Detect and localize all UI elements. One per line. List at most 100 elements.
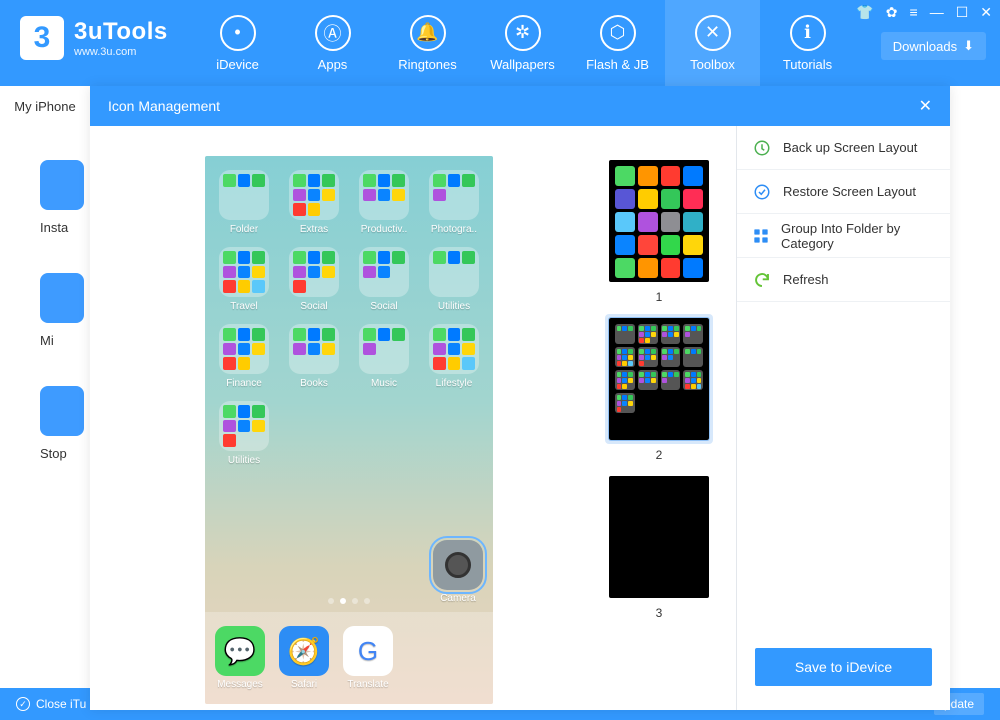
brand-title: 3uTools xyxy=(74,18,168,46)
panel-close-icon[interactable]: ✕ xyxy=(919,96,932,116)
main-nav: • iDeviceⒶ Apps🔔 Ringtones✲ Wallpapers⬡ … xyxy=(190,0,855,86)
tools-icon: ✕ xyxy=(695,15,731,51)
folder-utilities[interactable]: Utilities xyxy=(213,401,275,466)
folder-icon xyxy=(219,247,269,297)
tab-my-iphone[interactable]: My iPhone xyxy=(0,86,90,126)
page-thumb-number: 1 xyxy=(656,290,663,304)
action-label: Group Into Folder by Category xyxy=(781,221,934,251)
bell-icon: 🔔 xyxy=(410,15,446,51)
download-icon: ⬇ xyxy=(963,38,974,54)
sidebar-label: Mi xyxy=(40,333,54,348)
sidebar-tile xyxy=(40,273,84,323)
nav-apps[interactable]: Ⓐ Apps xyxy=(285,0,380,86)
folder-icon xyxy=(429,324,479,374)
action-refresh[interactable]: Refresh xyxy=(737,258,950,302)
folder-folder[interactable]: Folder xyxy=(213,170,275,235)
app-label: Safari xyxy=(291,679,317,690)
apple-icon: • xyxy=(220,15,256,51)
folder-label: Extras xyxy=(300,224,328,235)
nav-label: Ringtones xyxy=(398,57,457,72)
apps-icon: Ⓐ xyxy=(315,15,351,51)
minimize-icon[interactable]: — xyxy=(930,4,944,21)
app-header: 3 3uTools www.3u.com • iDeviceⒶ Apps🔔 Ri… xyxy=(0,0,1000,86)
nav-label: Wallpapers xyxy=(490,57,555,72)
icon-management-panel: Icon Management ✕ Folder Extras Producti… xyxy=(90,86,950,710)
page-thumb-preview xyxy=(609,318,709,440)
nav-tutorials[interactable]: ℹ Tutorials xyxy=(760,0,855,86)
camera-icon xyxy=(433,540,483,590)
close-icon[interactable]: ✕ xyxy=(980,4,992,21)
sidebar-label: Stop xyxy=(40,446,67,461)
folder-utilities[interactable]: Utilities xyxy=(423,247,485,312)
nav-flash-jb[interactable]: ⬡ Flash & JB xyxy=(570,0,665,86)
preview-column: Folder Extras Productiv.. Photogra.. Tra… xyxy=(90,126,588,710)
ios-home-screen[interactable]: Folder Extras Productiv.. Photogra.. Tra… xyxy=(205,156,493,704)
page-indicator xyxy=(205,598,493,604)
flower-icon: ✲ xyxy=(505,15,541,51)
nav-idevice[interactable]: • iDevice xyxy=(190,0,285,86)
sidebar-item[interactable]: Mi xyxy=(40,273,84,348)
folder-social[interactable]: Social xyxy=(283,247,345,312)
dock-app-messages[interactable]: 💬 Messages xyxy=(215,626,265,690)
action-back-up-screen-layout[interactable]: Back up Screen Layout xyxy=(737,126,950,170)
folder-label: Social xyxy=(370,301,397,312)
folder-photogra-[interactable]: Photogra.. xyxy=(423,170,485,235)
close-itunes-link[interactable]: ✓ Close iTu xyxy=(16,697,86,711)
backup-icon xyxy=(753,139,771,157)
restore-icon xyxy=(753,183,771,201)
folder-music[interactable]: Music xyxy=(353,324,415,389)
brand-subtitle: www.3u.com xyxy=(74,46,168,58)
page-thumb-number: 3 xyxy=(656,606,663,620)
sidebar-item[interactable]: Stop xyxy=(40,386,84,461)
save-to-idevice-button[interactable]: Save to iDevice xyxy=(755,648,932,686)
page-thumb-1[interactable] xyxy=(605,156,713,286)
sidebar-tile xyxy=(40,160,84,210)
nav-label: Apps xyxy=(318,57,348,72)
app-camera[interactable]: Camera xyxy=(433,540,483,604)
app-label: Messages xyxy=(217,679,263,690)
folder-icon xyxy=(289,324,339,374)
folder-extras[interactable]: Extras xyxy=(283,170,345,235)
folder-lifestyle[interactable]: Lifestyle xyxy=(423,324,485,389)
action-restore-screen-layout[interactable]: Restore Screen Layout xyxy=(737,170,950,214)
folder-label: Social xyxy=(300,301,327,312)
folder-icon xyxy=(359,324,409,374)
folder-icon xyxy=(219,324,269,374)
folder-label: Books xyxy=(300,378,328,389)
page-thumb-2[interactable] xyxy=(605,314,713,444)
sidebar-item[interactable]: Insta xyxy=(40,160,84,235)
dock-app-safari[interactable]: 🧭 Safari xyxy=(279,626,329,690)
folder-travel[interactable]: Travel xyxy=(213,247,275,312)
page-thumbnails: 1 2 3 xyxy=(588,126,736,710)
settings-icon[interactable]: ✿ xyxy=(886,4,898,21)
downloads-label: Downloads xyxy=(893,39,957,54)
sidebar-peek: Insta Mi Stop xyxy=(40,160,84,461)
downloads-button[interactable]: Downloads ⬇ xyxy=(881,32,986,60)
dock-app-translate[interactable]: G Translate xyxy=(343,626,393,690)
folder-label: Productiv.. xyxy=(361,224,408,235)
page-thumb-3[interactable] xyxy=(605,472,713,602)
sidebar-label: Insta xyxy=(40,220,68,235)
folder-books[interactable]: Books xyxy=(283,324,345,389)
action-label: Back up Screen Layout xyxy=(783,140,917,155)
folder-social[interactable]: Social xyxy=(353,247,415,312)
page-thumb-number: 2 xyxy=(656,448,663,462)
folder-icon xyxy=(289,170,339,220)
check-icon: ✓ xyxy=(16,697,30,711)
folder-icon xyxy=(219,170,269,220)
folder-label: Travel xyxy=(230,301,257,312)
nav-toolbox[interactable]: ✕ Toolbox xyxy=(665,0,760,86)
grid-icon xyxy=(753,227,769,245)
page-thumb-preview xyxy=(609,160,709,282)
nav-ringtones[interactable]: 🔔 Ringtones xyxy=(380,0,475,86)
app-label: Translate xyxy=(347,679,388,690)
folder-finance[interactable]: Finance xyxy=(213,324,275,389)
menu-icon[interactable]: ≡ xyxy=(910,4,918,21)
maximize-icon[interactable]: ☐ xyxy=(956,4,969,21)
shirt-icon[interactable]: 👕 xyxy=(856,4,873,21)
nav-label: Toolbox xyxy=(690,57,735,72)
folder-label: Photogra.. xyxy=(431,224,477,235)
folder-productiv-[interactable]: Productiv.. xyxy=(353,170,415,235)
action-group-into-folder-by-category[interactable]: Group Into Folder by Category xyxy=(737,214,950,258)
nav-wallpapers[interactable]: ✲ Wallpapers xyxy=(475,0,570,86)
